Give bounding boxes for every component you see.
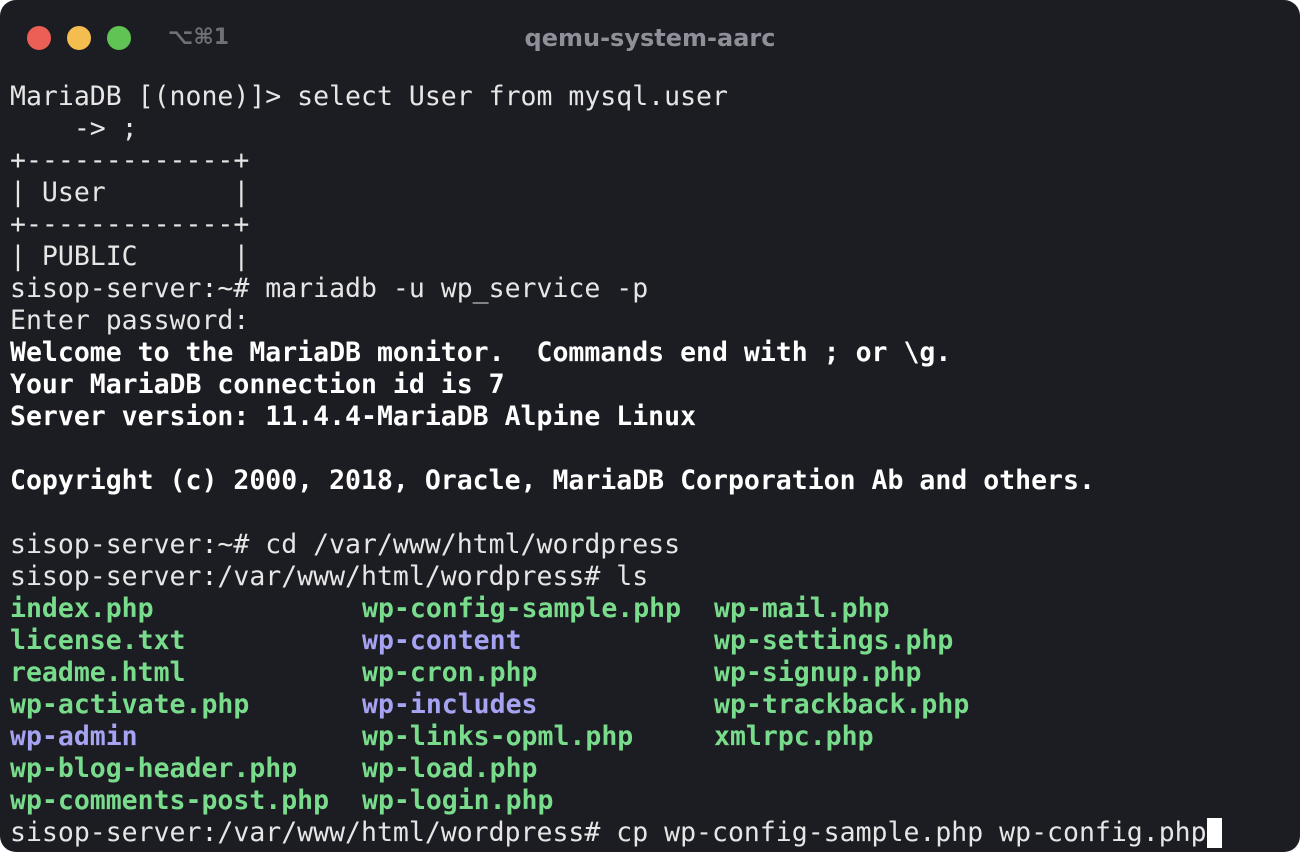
terminal-window: ⌥⌘1 qemu-system-aarc MariaDB [(none)]> s… bbox=[0, 0, 1300, 852]
ls-listing-row: wp-comments-post.php wp-login.php bbox=[10, 785, 1295, 817]
ls-listing-row: index.php wp-config-sample.php wp-mail.php bbox=[10, 593, 1295, 625]
ls-listing-row: license.txt wp-content wp-settings.php bbox=[10, 625, 1295, 657]
terminal-line: sisop-server:~# cd /var/www/html/wordpre… bbox=[10, 529, 681, 560]
file-entry: readme.html bbox=[10, 657, 186, 688]
file-entry: xmlrpc.php bbox=[714, 721, 874, 752]
file-entry: wp-load.php bbox=[362, 753, 538, 784]
terminal-output[interactable]: MariaDB [(none)]> select User from mysql… bbox=[10, 81, 1295, 849]
directory-entry: wp-content bbox=[362, 625, 522, 656]
file-entry: wp-trackback.php bbox=[714, 689, 970, 720]
title-bar[interactable]: ⌥⌘1 qemu-system-aarc bbox=[0, 0, 1300, 76]
terminal-line: +-------------+ bbox=[10, 209, 250, 240]
terminal-line: Welcome to the MariaDB monitor. Commands… bbox=[10, 337, 952, 368]
terminal-line: Your MariaDB connection id is 7 bbox=[10, 369, 505, 400]
ls-listing-row: wp-activate.php wp-includes wp-trackback.p… bbox=[10, 689, 1295, 721]
terminal-line: -> ; bbox=[10, 113, 138, 144]
file-entry: wp-signup.php bbox=[714, 657, 922, 688]
file-entry: wp-links-opml.php bbox=[362, 721, 634, 752]
current-command: sisop-server:/var/www/html/wordpress# cp… bbox=[10, 817, 1207, 848]
terminal-line: sisop-server:/var/www/html/wordpress# ls bbox=[10, 561, 649, 592]
terminal-line: MariaDB [(none)]> select User from mysql… bbox=[10, 81, 728, 112]
directory-entry: wp-admin bbox=[10, 721, 138, 752]
ls-listing-row: readme.html wp-cron.php wp-signup.php bbox=[10, 657, 1295, 689]
terminal-line: +-------------+ bbox=[10, 145, 250, 176]
file-entry: wp-activate.php bbox=[10, 689, 250, 720]
file-entry: wp-blog-header.php bbox=[10, 753, 298, 784]
ls-listing-row: wp-blog-header.php wp-load.php bbox=[10, 753, 1295, 785]
command-prompt-line[interactable]: sisop-server:/var/www/html/wordpress# cp… bbox=[10, 817, 1295, 849]
file-entry: wp-settings.php bbox=[714, 625, 954, 656]
text-cursor bbox=[1206, 818, 1222, 848]
directory-entry: wp-includes bbox=[362, 689, 538, 720]
ls-listing-row: wp-admin wp-links-opml.php xmlrpc.php bbox=[10, 721, 1295, 753]
file-entry: wp-mail.php bbox=[714, 593, 890, 624]
file-entry: license.txt bbox=[10, 625, 186, 656]
terminal-line: Enter password: bbox=[10, 305, 250, 336]
terminal-line: | PUBLIC | bbox=[10, 241, 250, 272]
terminal-line: Server version: 11.4.4-MariaDB Alpine Li… bbox=[10, 401, 697, 432]
file-entry: wp-config-sample.php bbox=[362, 593, 682, 624]
file-entry: wp-comments-post.php bbox=[10, 785, 330, 816]
file-entry: wp-cron.php bbox=[362, 657, 538, 688]
file-entry: index.php bbox=[10, 593, 154, 624]
terminal-line: sisop-server:~# mariadb -u wp_service -p bbox=[10, 273, 649, 304]
file-entry: wp-login.php bbox=[362, 785, 554, 816]
terminal-line: Copyright (c) 2000, 2018, Oracle, MariaD… bbox=[10, 465, 1095, 496]
terminal-line: | User | bbox=[10, 177, 250, 208]
window-title: qemu-system-aarc bbox=[524, 24, 776, 52]
